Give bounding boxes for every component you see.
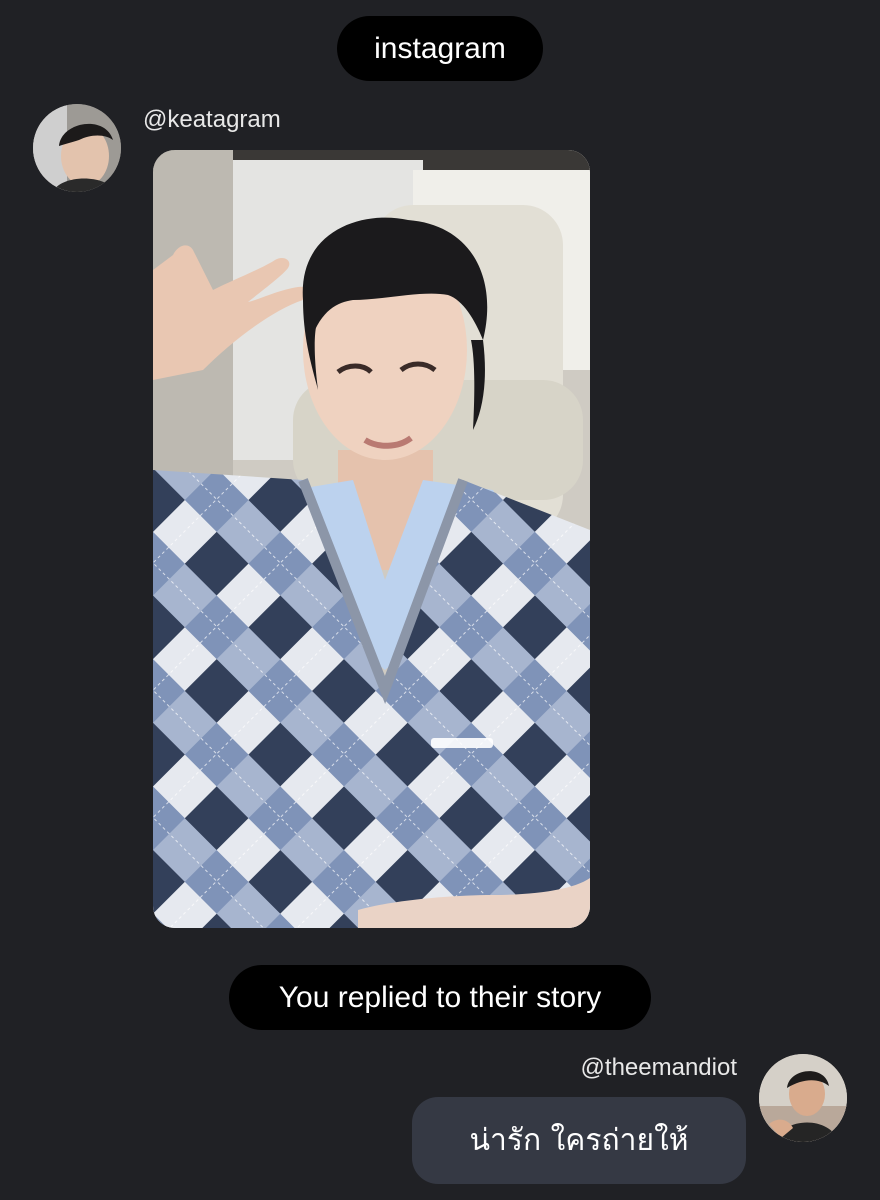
- story-reply-notice: You replied to their story: [229, 965, 651, 1030]
- my-username: @theemandiot: [580, 1054, 737, 1081]
- story-photo: [153, 150, 590, 928]
- sender-username[interactable]: @keatagram: [143, 106, 281, 134]
- profile-photo: [759, 1054, 847, 1142]
- sender-avatar[interactable]: [33, 104, 121, 192]
- my-avatar[interactable]: [759, 1054, 847, 1142]
- profile-photo: [33, 104, 121, 192]
- app-label-pill: instagram: [337, 16, 543, 81]
- message-bubble[interactable]: น่ารัก ใครถ่ายให้: [412, 1097, 746, 1184]
- story-preview[interactable]: [153, 150, 590, 928]
